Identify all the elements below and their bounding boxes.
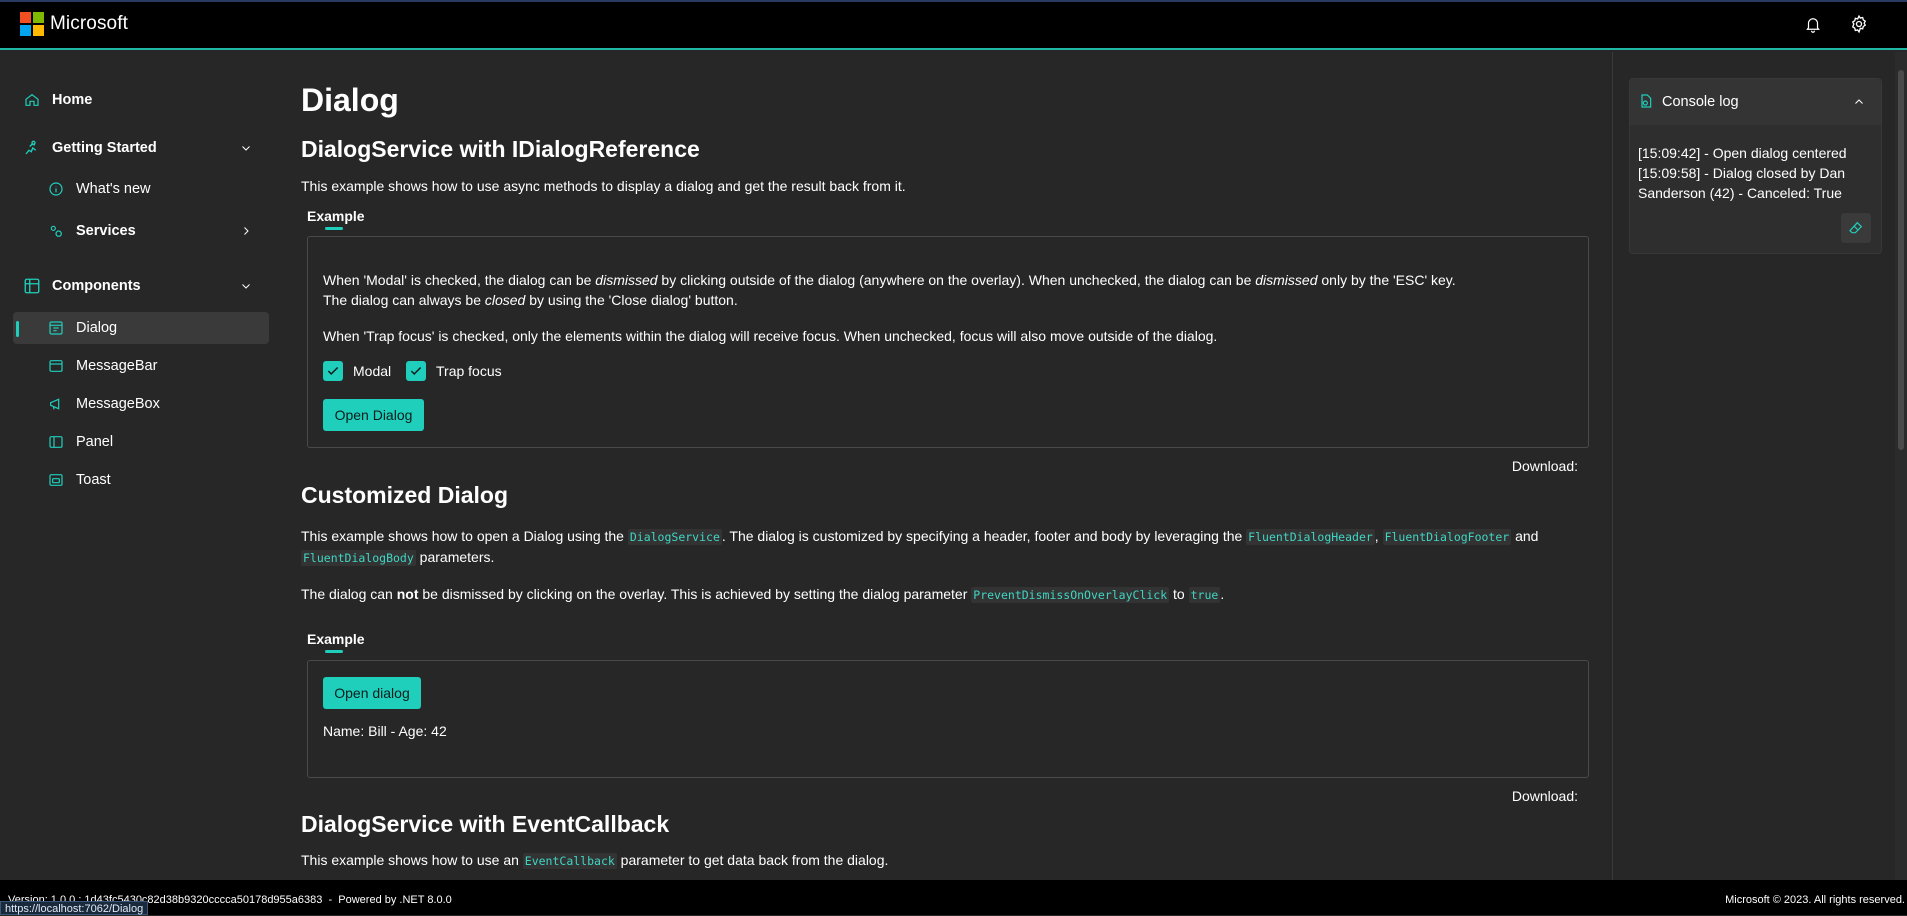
sidebar-item-messagebox[interactable]: MessageBox xyxy=(46,388,246,420)
console-header[interactable]: Console log xyxy=(1630,79,1881,125)
section-paragraph: This example shows how to open a Dialog … xyxy=(301,528,1539,566)
sidebar-item-label: MessageBar xyxy=(76,358,158,374)
chevron-down-icon[interactable] xyxy=(238,140,254,156)
sidebar-item-dialog[interactable]: Dialog xyxy=(46,312,246,344)
trap-focus-checkbox[interactable]: Trap focus xyxy=(406,361,502,381)
console-line: [15:09:58] - Dialog closed by Dan xyxy=(1638,165,1846,181)
home-icon xyxy=(22,90,42,110)
sidebar-item-label: Panel xyxy=(76,434,114,450)
topbar-accent-line xyxy=(0,0,1907,2)
gear-icon[interactable] xyxy=(1847,12,1871,36)
section-intro: This example shows how to use async meth… xyxy=(301,178,906,194)
brand-name: Microsoft xyxy=(50,13,128,34)
eraser-icon[interactable] xyxy=(1841,213,1871,243)
open-dialog-button[interactable]: Open Dialog xyxy=(323,399,424,431)
services-icon xyxy=(46,221,66,241)
console-line: Sanderson (42) - Canceled: True xyxy=(1638,185,1842,201)
window-icon xyxy=(46,356,66,376)
sidebar-item-home[interactable]: Home xyxy=(22,84,262,116)
page-title: Dialog xyxy=(301,82,399,118)
rocket-icon xyxy=(22,138,42,158)
sidebar-item-label: Getting Started xyxy=(52,140,157,156)
modal-checkbox-label: Modal xyxy=(353,363,392,379)
tab-underline xyxy=(325,227,343,230)
console-log-panel: Console log [15:09:42] - Open dialog cen… xyxy=(1629,78,1882,254)
sidebar-item-services[interactable]: Services xyxy=(46,215,254,247)
console-output: [15:09:42] - Open dialog centered [15:09… xyxy=(1630,125,1881,203)
sidebar-item-getting-started[interactable]: Getting Started xyxy=(22,132,254,164)
chevron-right-icon[interactable] xyxy=(238,223,254,239)
open-dialog-button[interactable]: Open dialog xyxy=(323,677,421,709)
dialog-icon xyxy=(46,318,66,338)
right-divider xyxy=(1612,52,1613,880)
sidebar-item-messagebar[interactable]: MessageBar xyxy=(46,350,246,382)
download-link[interactable]: Download: xyxy=(1512,788,1578,804)
tab-example[interactable]: Example xyxy=(307,631,365,647)
sidebar: Home Getting Started What's new Services… xyxy=(0,52,270,880)
tab-underline xyxy=(325,650,343,653)
section-paragraph: The dialog can not be dismissed by click… xyxy=(301,586,1225,603)
modal-description: When 'Modal' is checked, the dialog can … xyxy=(323,272,1456,288)
section-heading: Customized Dialog xyxy=(301,482,509,508)
microsoft-logo-icon xyxy=(20,12,44,36)
close-description: The dialog can always be closed by using… xyxy=(323,292,738,308)
sidebar-item-label: MessageBox xyxy=(76,396,160,412)
status-bar-url: https://localhost:7062/Dialog xyxy=(0,901,149,915)
active-nav-indicator xyxy=(16,321,19,337)
scrollbar-thumb[interactable] xyxy=(1898,70,1904,450)
trap-focus-checkbox-label: Trap focus xyxy=(436,363,502,379)
sidebar-item-components[interactable]: Components xyxy=(22,270,254,302)
chevron-down-icon[interactable] xyxy=(238,278,254,294)
chevron-up-icon[interactable] xyxy=(1853,95,1865,111)
console-line: [15:09:42] - Open dialog centered xyxy=(1638,145,1847,161)
sidebar-item-toast[interactable]: Toast xyxy=(46,464,246,496)
section-heading: DialogService with IDialogReference xyxy=(301,136,700,162)
sidebar-item-label: What's new xyxy=(76,181,151,197)
download-link[interactable]: Download: xyxy=(1512,458,1578,474)
megaphone-icon xyxy=(46,394,66,414)
sidebar-item-label: Dialog xyxy=(76,320,118,336)
footer: Version: 1.0.0 : 1d43fc5430c82d38b9320cc… xyxy=(0,880,1907,915)
section-paragraph: This example shows how to use an EventCa… xyxy=(301,852,889,869)
example-panel: Open dialog Name: Bill - Age: 42 xyxy=(307,660,1589,778)
console-title: Console log xyxy=(1662,94,1739,110)
brand[interactable]: Microsoft xyxy=(20,12,128,36)
example-panel: When 'Modal' is checked, the dialog can … xyxy=(307,236,1589,448)
sidebar-item-label: Toast xyxy=(76,472,111,488)
dialog-result: Name: Bill - Age: 42 xyxy=(323,723,447,739)
checkmark-icon xyxy=(323,361,343,381)
bell-icon[interactable] xyxy=(1801,12,1825,36)
trap-focus-description: When 'Trap focus' is checked, only the e… xyxy=(323,328,1218,344)
footer-copyright: Microsoft © 2023. All rights reserved. xyxy=(1725,894,1905,906)
section-heading: DialogService with EventCallback xyxy=(301,811,670,837)
toast-icon xyxy=(46,470,66,490)
tab-example[interactable]: Example xyxy=(307,208,365,224)
sidebar-item-panel[interactable]: Panel xyxy=(46,426,246,458)
table-icon xyxy=(22,276,42,296)
checkmark-icon xyxy=(406,361,426,381)
top-bar: Microsoft xyxy=(0,0,1907,50)
panel-icon xyxy=(46,432,66,452)
main-content: Dialog DialogService with IDialogReferen… xyxy=(270,52,1612,880)
console-icon xyxy=(1638,93,1654,112)
sidebar-item-label: Components xyxy=(52,278,141,294)
sidebar-item-label: Services xyxy=(76,223,136,239)
info-icon xyxy=(46,179,66,199)
sidebar-item-whats-new[interactable]: What's new xyxy=(46,173,246,205)
modal-checkbox[interactable]: Modal xyxy=(323,361,391,381)
sidebar-item-label: Home xyxy=(52,92,93,108)
